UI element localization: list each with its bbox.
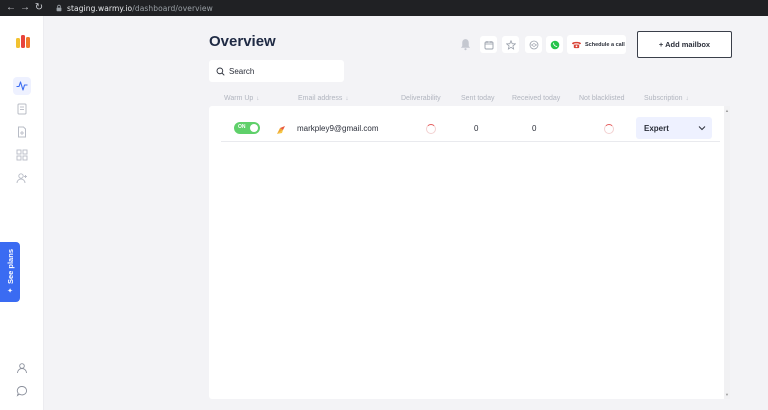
scroll-up-icon[interactable]: ▲ xyxy=(725,108,729,113)
column-header-deliverability: Deliverability xyxy=(401,95,441,102)
calendar-icon xyxy=(484,40,493,49)
column-label: Warm Up xyxy=(224,95,254,102)
search-input[interactable] xyxy=(229,66,339,76)
table-scrollbar[interactable]: ▲ ▼ xyxy=(724,106,730,399)
sidebar-item-team[interactable] xyxy=(13,169,31,187)
page-title: Overview xyxy=(209,33,276,50)
sidebar-item-chat[interactable] xyxy=(13,382,31,400)
see-plans-label: See plans xyxy=(5,248,15,285)
received-today-value: 0 xyxy=(532,124,537,133)
blacklist-loading-icon xyxy=(604,124,614,134)
sidebar-item-documents[interactable] xyxy=(13,100,31,118)
column-header-sent-today: Sent today xyxy=(461,95,495,102)
toggle-state-label: ON xyxy=(238,124,246,130)
mailbox-table: ON markpley9@gmail.com 0 0 Expert ▲ ▼ xyxy=(209,106,730,399)
address-bar[interactable]: staging.warmy.io/dashboard/overview xyxy=(67,4,213,13)
favorites-button[interactable] xyxy=(502,36,519,53)
search-icon xyxy=(216,67,225,76)
sparkle-icon: ✦ xyxy=(7,288,13,296)
sidebar-item-profile[interactable] xyxy=(13,359,31,377)
column-label: Email address xyxy=(298,95,343,102)
warmy-logo[interactable] xyxy=(15,33,31,49)
phone-icon xyxy=(572,41,581,49)
url-host: staging.warmy.io xyxy=(67,3,133,13)
search-box[interactable] xyxy=(209,60,344,82)
warmup-toggle[interactable]: ON xyxy=(234,122,260,134)
arrow-left-icon[interactable]: ← xyxy=(4,0,18,16)
toggle-knob xyxy=(250,124,258,132)
arrow-right-icon[interactable]: → xyxy=(18,0,32,16)
mail-provider-icon xyxy=(276,122,286,134)
table-row[interactable]: ON markpley9@gmail.com 0 0 Expert xyxy=(221,110,720,142)
bell-icon xyxy=(460,39,471,51)
graduation-cap-icon xyxy=(529,40,538,49)
column-header-received-today: Received today xyxy=(512,95,561,102)
scroll-down-icon[interactable]: ▼ xyxy=(725,392,729,397)
sidebar-item-overview[interactable] xyxy=(13,77,31,95)
column-header-email[interactable]: Email address ↓ xyxy=(298,95,348,102)
column-header-subscription[interactable]: Subscription ↓ xyxy=(644,95,689,102)
see-plans-button[interactable]: See plans ✦ xyxy=(0,242,20,302)
column-header-warm-up[interactable]: Warm Up ↓ xyxy=(224,95,259,102)
url-path: /dashboard/overview xyxy=(132,3,213,13)
file-icon xyxy=(18,126,26,138)
user-add-icon xyxy=(16,173,27,184)
apps-grid-icon xyxy=(16,149,28,161)
browser-toolbar: ← → ↻ staging.warmy.io/dashboard/overvie… xyxy=(0,0,768,16)
email-address[interactable]: markpley9@gmail.com xyxy=(297,124,378,133)
lock-icon xyxy=(54,4,63,13)
schedule-call-label: Schedule a call xyxy=(585,41,625,48)
sort-arrow-icon: ↓ xyxy=(685,96,689,102)
activity-icon xyxy=(16,81,28,91)
whatsapp-button[interactable] xyxy=(546,36,563,53)
subscription-value: Expert xyxy=(644,123,669,133)
sent-today-value: 0 xyxy=(474,124,479,133)
deliverability-loading-icon xyxy=(426,124,436,134)
column-header-not-blacklisted: Not blacklisted xyxy=(579,95,625,102)
notifications-button[interactable] xyxy=(459,38,472,51)
user-icon xyxy=(17,363,27,374)
sort-arrow-icon: ↓ xyxy=(256,96,260,102)
add-mailbox-button[interactable]: + Add mailbox xyxy=(637,31,732,58)
column-label: Subscription xyxy=(644,95,683,102)
star-icon xyxy=(505,39,516,50)
chevron-down-icon xyxy=(698,126,706,131)
sort-arrow-icon: ↓ xyxy=(345,96,349,102)
schedule-call-button[interactable]: Schedule a call xyxy=(567,35,626,54)
whatsapp-icon xyxy=(550,40,559,49)
document-icon xyxy=(17,103,27,115)
reload-icon[interactable]: ↻ xyxy=(32,0,46,16)
calendar-button[interactable] xyxy=(480,36,497,53)
sidebar-item-apps[interactable] xyxy=(13,146,31,164)
sidebar-item-files[interactable] xyxy=(13,123,31,141)
subscription-select[interactable]: Expert xyxy=(636,117,712,139)
chat-icon xyxy=(16,386,27,397)
academy-button[interactable] xyxy=(525,36,542,53)
sidebar xyxy=(0,16,44,410)
